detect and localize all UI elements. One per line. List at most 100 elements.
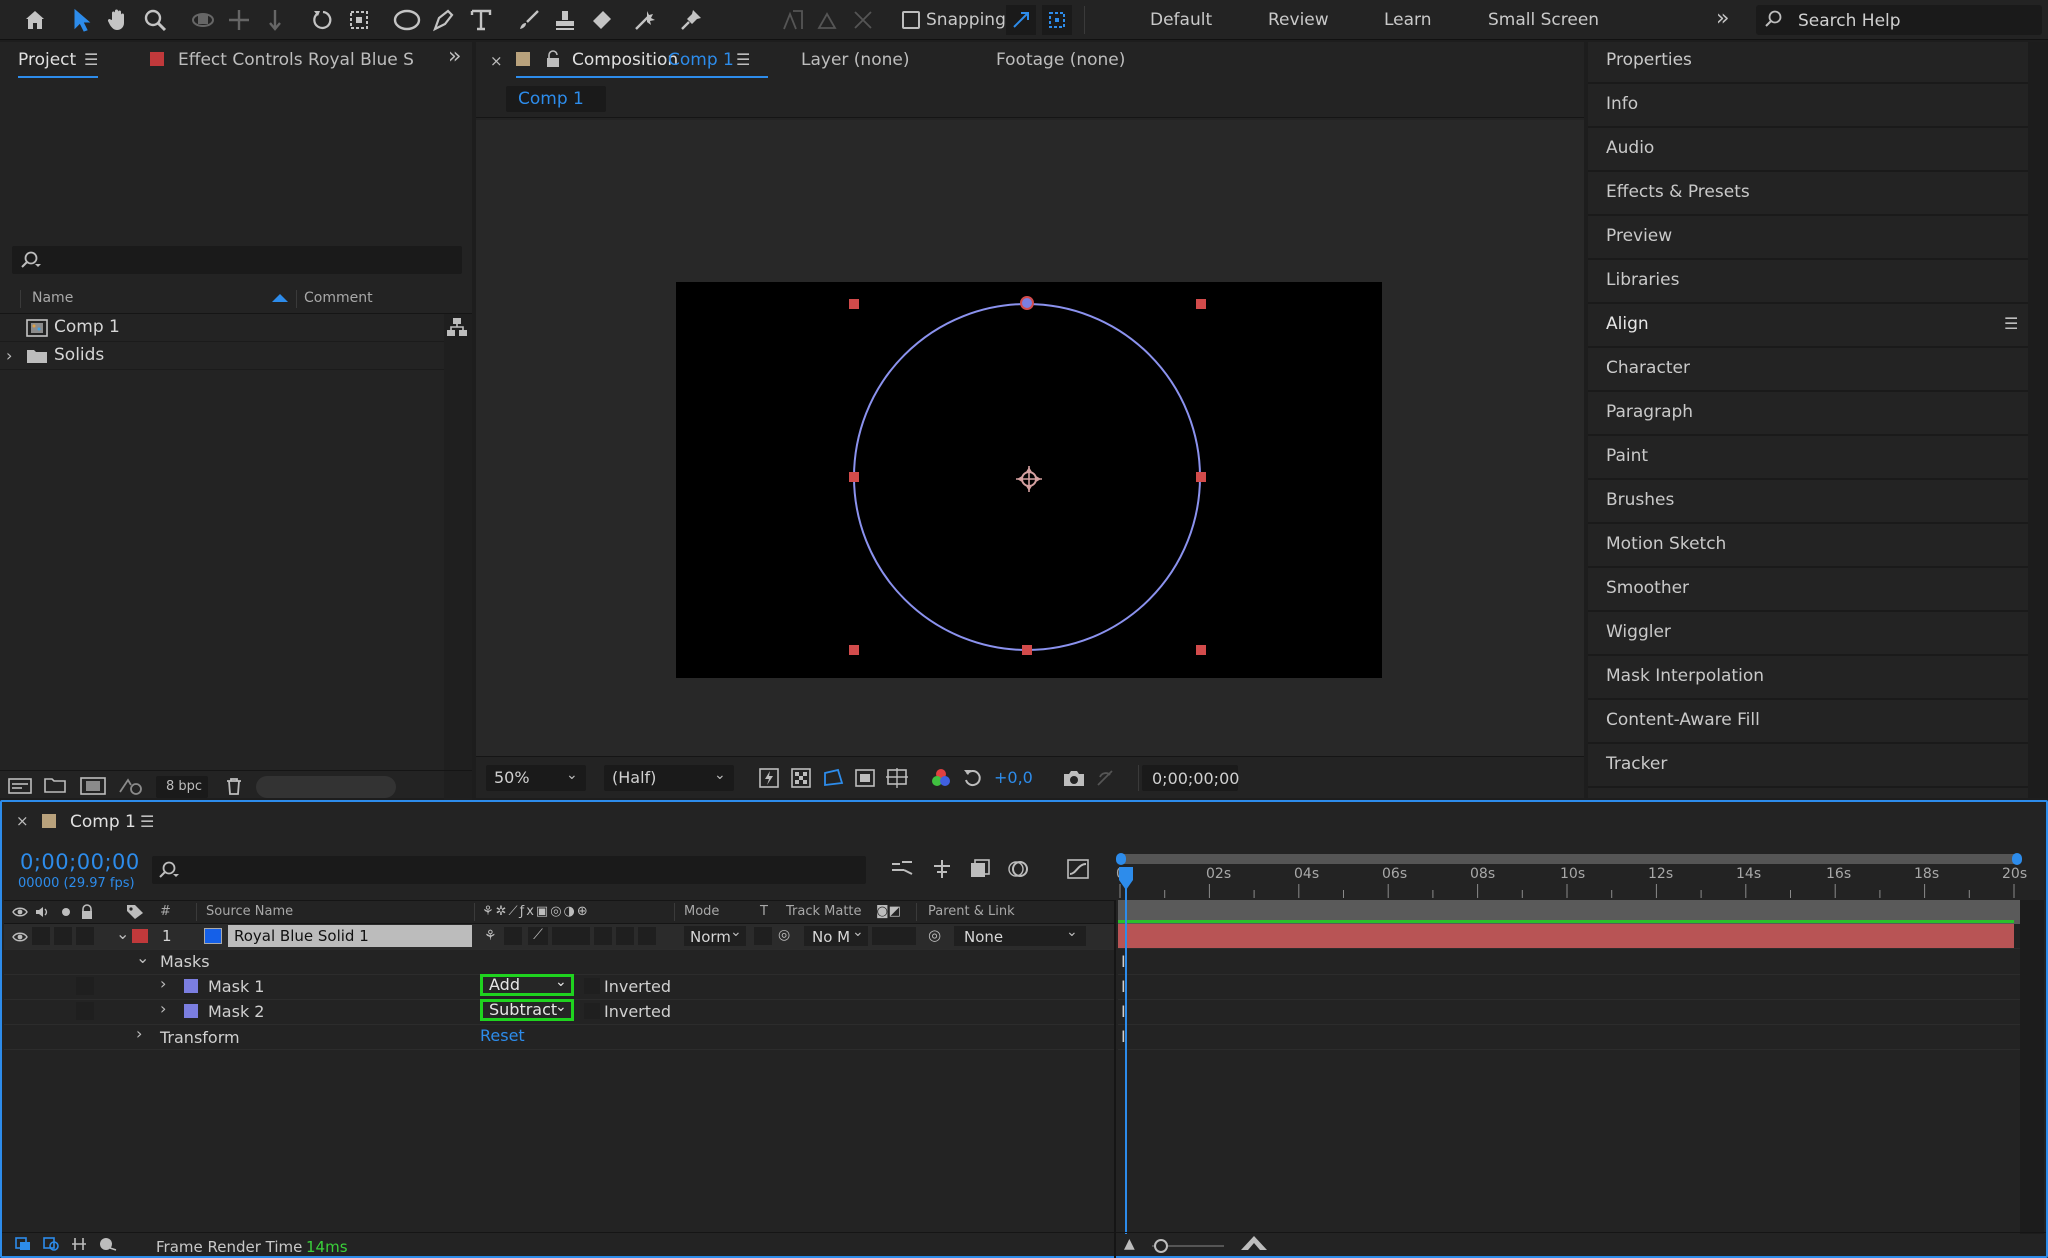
masks-chevron-icon[interactable]: ⌄ (136, 948, 149, 967)
tab-project[interactable]: Project (18, 50, 76, 70)
track-matte-pickwhip-icon[interactable]: ◎ (778, 927, 790, 943)
exposure-value[interactable]: +0,0 (994, 768, 1033, 787)
tab-layer[interactable]: Layer (none) (801, 50, 909, 70)
brush-icon[interactable] (512, 3, 546, 37)
shy-switch-icon[interactable]: ⚘ (484, 928, 497, 944)
snap-edges-icon[interactable] (1006, 5, 1036, 35)
panel-character[interactable]: Character (1606, 358, 1690, 378)
channel-rgb-icon[interactable] (930, 767, 952, 793)
align-option-icon[interactable] (776, 3, 810, 37)
graph-editor-icon[interactable] (1066, 858, 1090, 884)
hand-icon[interactable] (100, 3, 134, 37)
layer-name-field[interactable]: Royal Blue Solid 1 (228, 925, 472, 947)
panel-tracker[interactable]: Tracker (1606, 754, 1667, 774)
parent-dropdown[interactable]: None ⌄ (954, 924, 1086, 946)
playhead-handle-icon[interactable] (1118, 866, 1134, 892)
selection-icon[interactable] (64, 3, 98, 37)
mask-name[interactable]: Mask 2 (208, 1002, 264, 1021)
masks-group-label[interactable]: Masks (160, 952, 210, 971)
panel-mask-interpolation[interactable]: Mask Interpolation (1606, 666, 1764, 686)
bpc-button[interactable]: 8 bpc (156, 776, 208, 798)
work-area-bar[interactable] (1116, 853, 2022, 865)
resolution-dropdown[interactable]: (Half) ⌄ (604, 765, 734, 791)
lock-icon[interactable] (80, 904, 94, 924)
frame-blending-icon[interactable] (968, 858, 992, 884)
workspace-default[interactable]: Default (1150, 10, 1212, 30)
breadcrumb[interactable]: Comp 1 (506, 86, 606, 112)
shape-option-icon[interactable] (846, 3, 880, 37)
layer-switches-toggle-icon[interactable] (14, 1236, 32, 1256)
panel-audio[interactable]: Audio (1606, 138, 1654, 158)
col-comment[interactable]: Comment (304, 290, 373, 306)
tab-footage[interactable]: Footage (none) (996, 50, 1125, 70)
mask-visibility-icon[interactable] (822, 767, 844, 793)
new-folder-icon[interactable] (44, 776, 66, 798)
snapping-checkbox[interactable] (902, 11, 920, 29)
inverted-checkbox[interactable] (584, 1003, 600, 1019)
audio-speaker-icon[interactable] (34, 904, 50, 923)
grid-guides-icon[interactable] (886, 767, 908, 793)
tab-effect-controls[interactable]: Effect Controls Royal Blue Solid 1 (178, 50, 414, 70)
tab-timeline-comp[interactable]: Comp 1 (70, 812, 136, 832)
workspace-review[interactable]: Review (1268, 10, 1329, 30)
clone-stamp-icon[interactable] (548, 3, 582, 37)
panel-brushes[interactable]: Brushes (1606, 490, 1674, 510)
sort-ascending-icon[interactable] (272, 294, 288, 302)
layer-row[interactable]: ⌄ 1 Royal Blue Solid 1 ⚘ ⟋ Norm ⌄ ◎ No M… (4, 924, 1114, 949)
lock-icon[interactable] (546, 50, 560, 72)
motion-blur-icon[interactable] (1006, 858, 1030, 884)
viewer-timecode[interactable]: 0;00;00;00 (1142, 765, 1239, 791)
parent-pickwhip-icon[interactable]: ◎ (928, 926, 941, 944)
trash-icon[interactable] (224, 776, 244, 800)
project-search-input[interactable] (12, 246, 462, 274)
roto-brush-icon[interactable] (630, 3, 664, 37)
transparency-grid-icon[interactable] (790, 767, 812, 793)
zoom-in-icon[interactable] (1240, 1234, 1268, 1256)
expand-chevron-icon[interactable]: › (160, 999, 166, 1018)
interpret-footage-icon[interactable] (8, 776, 32, 800)
track-matte-dropdown[interactable]: No M ⌄ (804, 924, 868, 946)
close-tab-icon[interactable]: × (490, 52, 503, 70)
layer-label-color[interactable] (132, 929, 148, 943)
panel-menu-icon[interactable]: ☰ (84, 50, 98, 69)
list-item[interactable]: Comp 1 (0, 314, 444, 342)
mask-name[interactable]: Mask 1 (208, 977, 264, 996)
transform-reset-link[interactable]: Reset (480, 1026, 525, 1045)
panel-motion-sketch[interactable]: Motion Sketch (1606, 534, 1726, 554)
close-tab-icon[interactable]: × (16, 812, 29, 830)
dolly-icon[interactable] (258, 3, 292, 37)
timeline-scrollbar[interactable] (2020, 900, 2044, 1234)
video-eye-icon[interactable] (12, 904, 28, 923)
label-tag-icon[interactable] (126, 904, 144, 924)
eraser-icon[interactable] (584, 3, 618, 37)
workspace-small-screen[interactable]: Small Screen (1488, 10, 1599, 30)
snap-features-icon[interactable] (1042, 5, 1072, 35)
inverted-checkbox[interactable] (584, 978, 600, 994)
puppet-pin-icon[interactable] (674, 3, 708, 37)
panel-paint[interactable]: Paint (1606, 446, 1648, 466)
pen-icon[interactable] (426, 3, 460, 37)
reset-exposure-icon[interactable] (962, 767, 984, 793)
show-snapshot-icon[interactable] (1094, 767, 1116, 793)
mode-dropdown[interactable]: Norm ⌄ (684, 924, 746, 946)
expand-chevron-icon[interactable]: › (136, 1024, 142, 1043)
ellipse-icon[interactable] (390, 3, 424, 37)
panel-smoother[interactable]: Smoother (1606, 578, 1689, 598)
pan-behind-icon[interactable] (222, 3, 256, 37)
playhead-line[interactable] (1125, 878, 1127, 1234)
layer-visibility-icon[interactable] (12, 929, 28, 948)
search-help-box[interactable]: Search Help (1756, 5, 2042, 35)
expand-chevron-icon[interactable]: › (6, 346, 12, 365)
workspace-overflow-icon[interactable]: » (1716, 6, 1729, 31)
mask-mode-dropdown[interactable]: Add ⌄ (480, 974, 574, 996)
panel-menu-icon[interactable]: ☰ (736, 50, 750, 69)
in-out-toggle-icon[interactable] (70, 1236, 88, 1256)
panel-content-aware-fill[interactable]: Content-Aware Fill (1606, 710, 1760, 730)
expand-chevron-icon[interactable]: › (160, 974, 166, 993)
transfer-controls-toggle-icon[interactable] (42, 1236, 60, 1256)
layer-duration-bar[interactable] (1118, 924, 2014, 948)
panel-align[interactable]: Align (1606, 314, 1649, 334)
col-source-name[interactable]: Source Name (206, 904, 293, 919)
flowchart-icon[interactable] (446, 316, 468, 342)
orbit-icon[interactable] (186, 3, 220, 37)
